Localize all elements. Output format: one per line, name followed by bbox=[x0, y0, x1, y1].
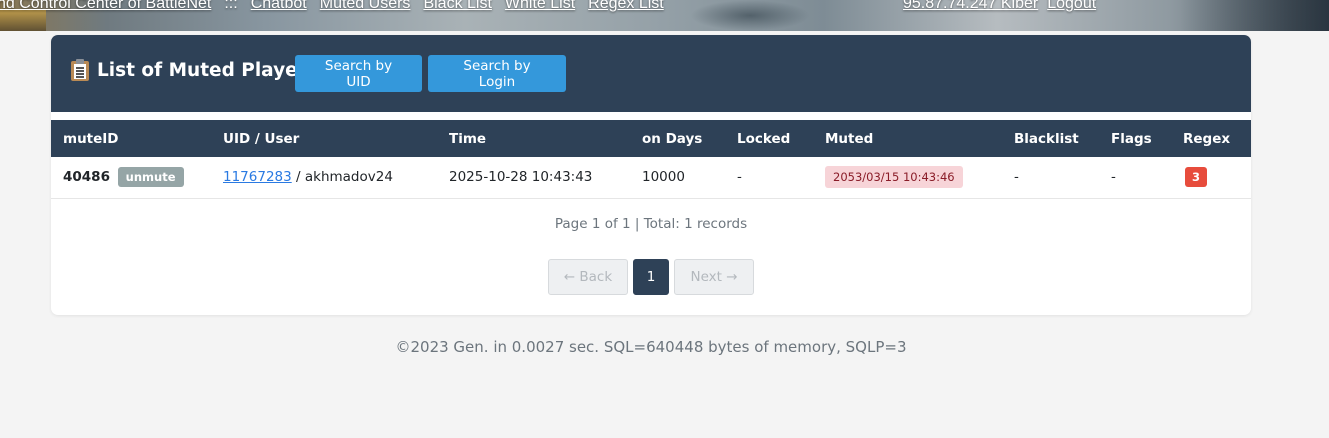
search-by-uid-button[interactable]: Search by UID bbox=[295, 55, 422, 92]
table-header-row: muteID UID / User Time on Days Locked Mu… bbox=[51, 120, 1251, 157]
page-title: List of Muted Players bbox=[71, 59, 318, 81]
on-days-cell: 10000 bbox=[642, 169, 685, 186]
pagination-next-button[interactable]: Next → bbox=[674, 259, 754, 295]
search-by-login-button[interactable]: Search by Login bbox=[428, 55, 566, 92]
blacklist-cell: - bbox=[1014, 169, 1019, 186]
banner-art-right bbox=[1180, 0, 1329, 31]
unmute-button[interactable]: unmute bbox=[117, 167, 184, 188]
col-muted: Muted bbox=[825, 130, 874, 147]
table-row: 40486 unmute 11767283 / akhmadov24 2025-… bbox=[51, 157, 1251, 198]
col-uid-user: UID / User bbox=[223, 130, 300, 147]
ip-user-link[interactable]: 95.87.74.247 Kiber bbox=[903, 0, 1038, 12]
nav-regex-list[interactable]: Regex List bbox=[588, 0, 664, 12]
nav-black-list[interactable]: Black List bbox=[423, 0, 491, 12]
col-on-days: on Days bbox=[642, 130, 703, 147]
uid-user-cell: 11767283 / akhmadov24 bbox=[211, 157, 437, 198]
col-flags: Flags bbox=[1111, 130, 1152, 147]
user-login: / akhmadov24 bbox=[291, 169, 393, 186]
nav-chatbot[interactable]: Chatbot bbox=[251, 0, 307, 12]
mute-id-cell: 40486 unmute bbox=[51, 157, 211, 198]
nav-white-list[interactable]: White List bbox=[505, 0, 575, 12]
site-title-link[interactable]: nd Control Center of BattleNet bbox=[0, 0, 211, 12]
flags-cell: - bbox=[1111, 169, 1116, 186]
muted-players-card: List of Muted Players Search by UID Sear… bbox=[51, 35, 1251, 315]
page-footer: ©2023 Gen. in 0.0027 sec. SQL=640448 byt… bbox=[395, 338, 907, 356]
muted-until-badge: 2053/03/15 10:43:46 bbox=[825, 166, 963, 189]
time-cell: 2025-10-28 10:43:43 bbox=[449, 169, 593, 186]
regex-cell: 3 bbox=[1171, 157, 1251, 198]
pagination-info: Page 1 of 1 | Total: 1 records bbox=[554, 216, 748, 232]
col-time: Time bbox=[449, 130, 487, 147]
nav-muted-users[interactable]: Muted Users bbox=[320, 0, 411, 12]
banner-art-center bbox=[690, 0, 810, 31]
muted-players-table: muteID UID / User Time on Days Locked Mu… bbox=[51, 120, 1251, 199]
top-banner: nd Control Center of BattleNet::: Chatbot… bbox=[0, 0, 1329, 31]
user-nav: 95.87.74.247 Kiber Logout bbox=[903, 0, 1105, 14]
regex-count-badge[interactable]: 3 bbox=[1185, 167, 1208, 188]
page-title-text: List of Muted Players bbox=[97, 59, 318, 81]
col-blacklist: Blacklist bbox=[1014, 130, 1079, 147]
logout-link[interactable]: Logout bbox=[1047, 0, 1096, 12]
col-mute-id: muteID bbox=[63, 130, 119, 147]
clipboard-icon bbox=[71, 59, 89, 81]
mute-id: 40486 bbox=[63, 169, 110, 186]
col-regex: Regex bbox=[1183, 130, 1231, 147]
top-nav: nd Control Center of BattleNet::: Chatbot… bbox=[0, 0, 677, 14]
col-locked: Locked bbox=[737, 130, 791, 147]
uid-link[interactable]: 11767283 bbox=[223, 169, 292, 185]
pagination-back-button[interactable]: ← Back bbox=[548, 259, 628, 295]
pagination-page-1[interactable]: 1 bbox=[633, 259, 669, 295]
locked-cell: - bbox=[737, 169, 742, 186]
nav-separator: ::: bbox=[224, 0, 238, 12]
muted-cell: 2053/03/15 10:43:46 bbox=[813, 157, 1002, 198]
card-header: List of Muted Players Search by UID Sear… bbox=[51, 35, 1251, 112]
